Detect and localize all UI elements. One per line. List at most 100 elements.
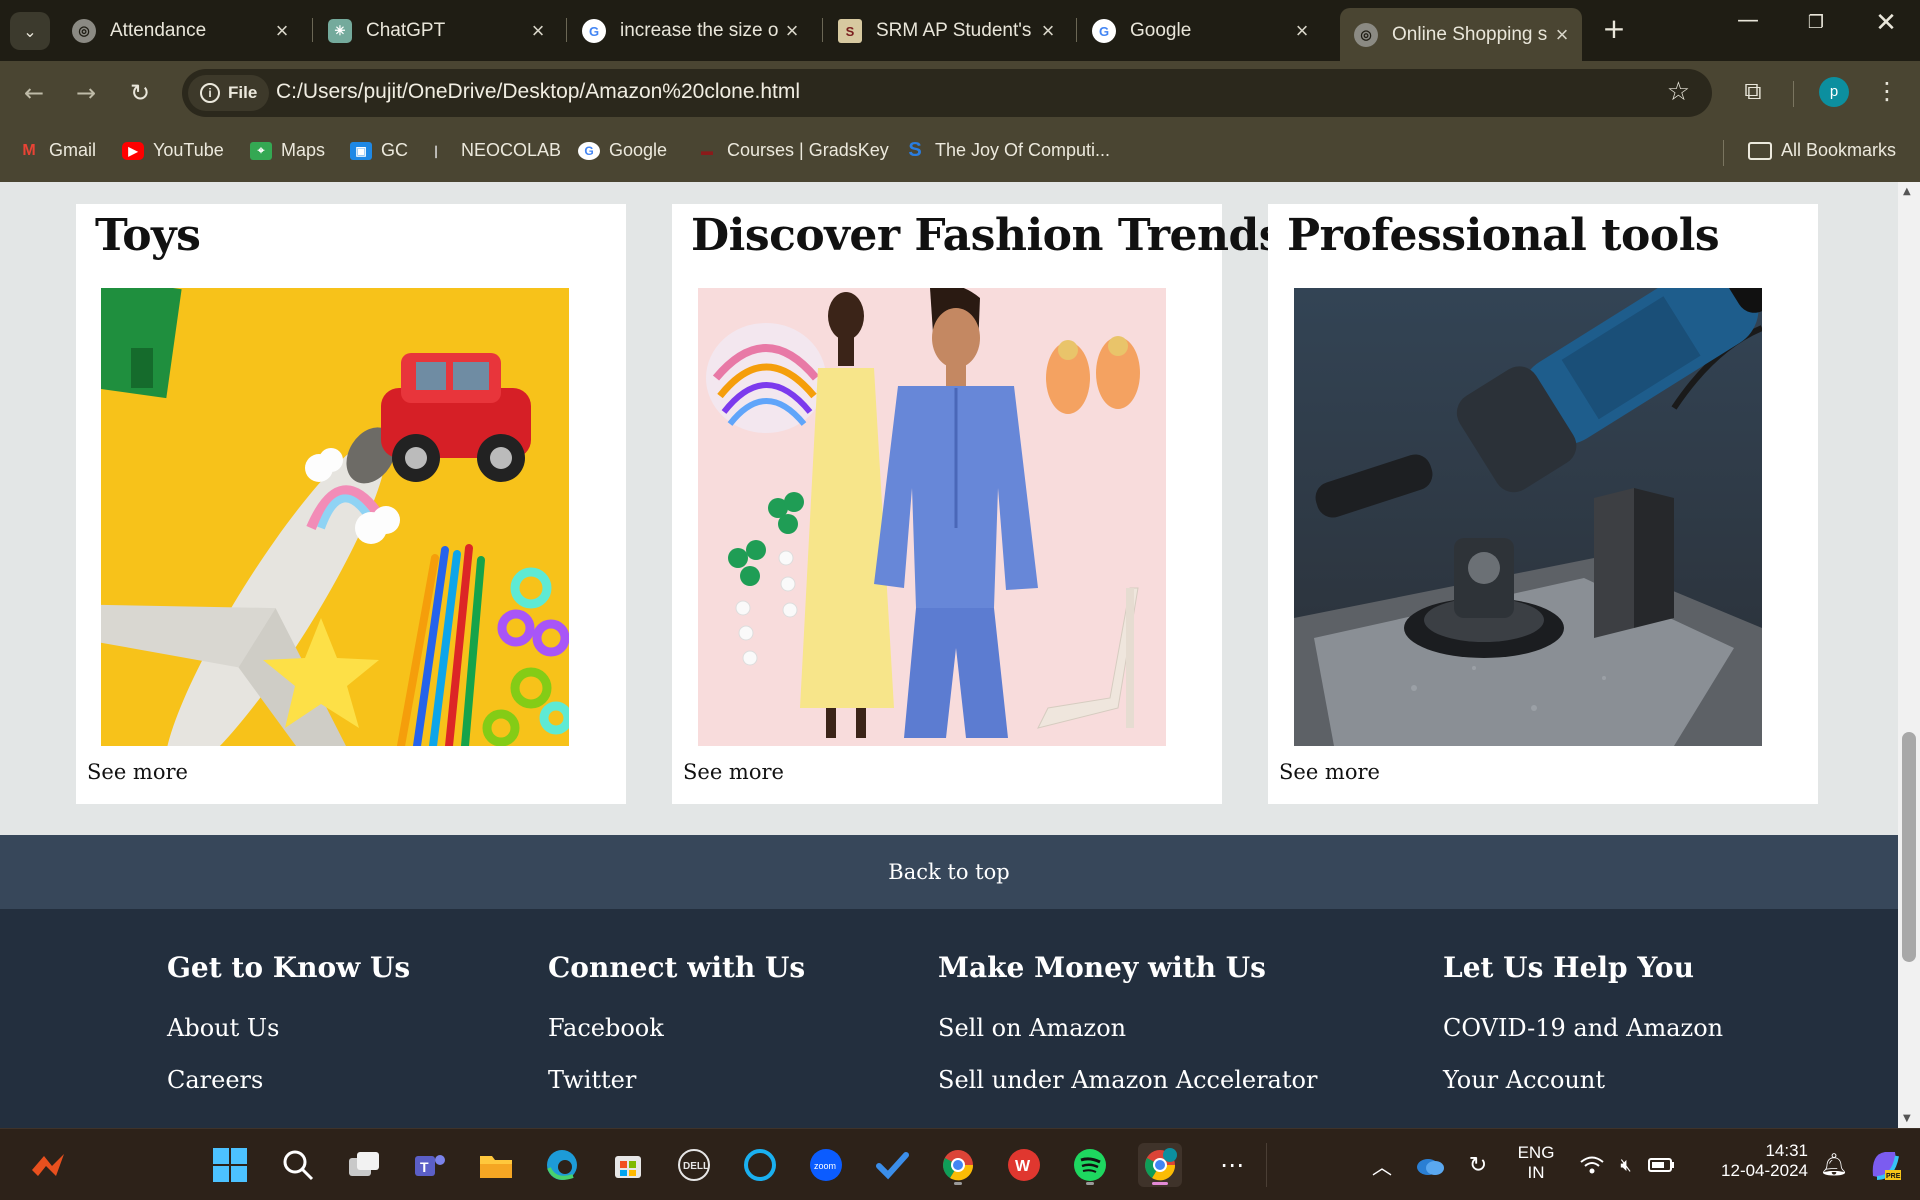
toys-image[interactable] [101, 288, 569, 746]
bookmark-star-icon[interactable]: ☆ [1667, 77, 1690, 107]
alexa-icon[interactable] [738, 1143, 782, 1187]
see-more-link[interactable]: See more [683, 760, 784, 784]
more-menu-icon[interactable]: ⋮ [1870, 77, 1904, 105]
more-apps-icon[interactable]: ⋯ [1210, 1143, 1254, 1187]
tab-google[interactable]: G Google × [1078, 10, 1322, 52]
page-scrollbar[interactable]: ▲ ▼ [1898, 182, 1920, 1128]
bookmark-neocolab[interactable]: ❘ NEOCOLAB [430, 140, 561, 161]
toolbar-divider [1793, 81, 1794, 107]
close-icon[interactable]: × [268, 18, 296, 44]
footer-link-twitter[interactable]: Twitter [548, 1066, 805, 1094]
chatgpt-icon: ✳ [328, 19, 352, 43]
footer-link-about-us[interactable]: About Us [167, 1014, 410, 1042]
close-icon[interactable]: × [1288, 18, 1316, 44]
bookmark-gradskey[interactable]: ▬ Courses | GradsKey [696, 140, 889, 161]
svg-text:zoom: zoom [814, 1161, 836, 1171]
todo-icon[interactable] [870, 1143, 914, 1187]
footer-heading: Connect with Us [548, 951, 806, 984]
chevron-up-icon[interactable]: ︿ [1360, 1143, 1404, 1187]
footer-link-amazon-accelerator[interactable]: Sell under Amazon Accelerator [938, 1066, 1317, 1094]
bookmark-youtube[interactable]: ▶ YouTube [122, 140, 224, 161]
extensions-icon[interactable]: ⧉ [1736, 77, 1770, 105]
tab-title: Google [1130, 20, 1192, 41]
widgets-icon[interactable] [26, 1143, 70, 1187]
close-icon[interactable]: × [1548, 22, 1576, 48]
forward-arrow-icon[interactable]: → [68, 75, 104, 111]
reload-icon[interactable]: ↻ [122, 75, 158, 111]
copilot-icon[interactable]: PRE [1862, 1143, 1906, 1187]
chrome-icon[interactable] [936, 1143, 980, 1187]
scroll-down-arrow-icon[interactable]: ▼ [1903, 1113, 1911, 1124]
tab-online-shopping[interactable]: ◎ Online Shopping s × [1340, 8, 1582, 61]
footer-link-sell-on-amazon[interactable]: Sell on Amazon [938, 1014, 1317, 1042]
task-view-icon[interactable] [342, 1143, 386, 1187]
all-bookmarks-button[interactable]: All Bookmarks [1748, 140, 1896, 161]
tab-search-button[interactable]: ⌄ [10, 12, 50, 50]
footer-link-covid-19[interactable]: COVID-19 and Amazon [1443, 1014, 1723, 1042]
close-icon[interactable]: × [778, 18, 806, 44]
sync-icon[interactable]: ↻ [1456, 1143, 1500, 1187]
see-more-link[interactable]: See more [1279, 760, 1380, 784]
onedrive-icon[interactable] [1408, 1143, 1452, 1187]
running-indicator [1086, 1182, 1094, 1185]
maps-icon: ⌖ [250, 141, 272, 160]
tab-google-search[interactable]: G increase the size o × [568, 10, 812, 52]
back-to-top-button[interactable]: Back to top [0, 835, 1898, 909]
chrome-profile-icon[interactable] [1138, 1143, 1182, 1187]
scrollbar-thumb[interactable] [1902, 732, 1916, 962]
globe-icon: ◎ [72, 19, 96, 43]
profile-avatar[interactable]: p [1819, 77, 1849, 107]
bookmark-label: YouTube [153, 140, 224, 160]
footer-link-facebook[interactable]: Facebook [548, 1014, 805, 1042]
window-close-icon[interactable]: ✕ [1856, 8, 1916, 38]
restore-icon[interactable]: ❐ [1786, 12, 1846, 33]
close-icon[interactable]: × [1034, 18, 1062, 44]
close-icon[interactable]: × [524, 18, 552, 44]
clock[interactable]: 14:31 12-04-2024 [1688, 1141, 1808, 1181]
bookmark-joy-of-computing[interactable]: S The Joy Of Computi... [904, 139, 1110, 161]
dell-icon[interactable]: DELL [672, 1143, 716, 1187]
footer-heading: Make Money with Us [938, 951, 1266, 984]
fashion-image[interactable] [698, 288, 1166, 746]
bookmark-label: GC [381, 140, 408, 160]
footer-link-your-account[interactable]: Your Account [1443, 1066, 1723, 1094]
tab-chatgpt[interactable]: ✳ ChatGPT × [314, 10, 558, 52]
bookmark-google[interactable]: G Google [578, 140, 667, 161]
bookmark-maps[interactable]: ⌖ Maps [250, 140, 325, 161]
url-text[interactable]: C:/Users/pujit/OneDrive/Desktop/Amazon%2… [276, 80, 800, 104]
scroll-up-arrow-icon[interactable]: ▲ [1903, 186, 1911, 197]
site-info-chip[interactable]: i File [188, 75, 270, 111]
language-indicator[interactable]: ENG IN [1506, 1143, 1566, 1183]
active-indicator [1152, 1182, 1168, 1185]
tab-title: Attendance [110, 20, 207, 41]
start-icon[interactable] [208, 1143, 252, 1187]
spotify-icon[interactable] [1068, 1143, 1112, 1187]
teams-icon[interactable]: T [408, 1143, 452, 1187]
notification-icon[interactable]: 🔔︎ [1812, 1143, 1856, 1187]
see-more-link[interactable]: See more [87, 760, 188, 784]
footer-link-careers[interactable]: Careers [167, 1066, 410, 1094]
edge-icon[interactable] [540, 1143, 584, 1187]
search-icon[interactable] [276, 1143, 320, 1187]
minimize-icon[interactable]: — [1718, 8, 1778, 33]
back-arrow-icon[interactable]: ← [16, 75, 52, 111]
tab-srm-ap[interactable]: S SRM AP Student's × [824, 10, 1068, 52]
card-title: Toys [95, 210, 201, 261]
zoom-icon[interactable]: zoom [804, 1143, 848, 1187]
bookmark-gmail[interactable]: M Gmail [18, 140, 96, 161]
bookmark-gc[interactable]: ▣ GC [350, 140, 408, 161]
address-bar[interactable]: i File C:/Users/pujit/OneDrive/Desktop/A… [182, 69, 1712, 117]
new-tab-button[interactable]: + [1596, 12, 1632, 45]
wps-icon[interactable]: W [1002, 1143, 1046, 1187]
tab-divider [822, 18, 823, 42]
svg-text:PRE: PRE [1886, 1173, 1901, 1180]
neocolab-icon: ❘ [430, 143, 442, 158]
swayam-icon: S [908, 139, 922, 161]
store-icon[interactable] [606, 1143, 650, 1187]
all-bookmarks-label: All Bookmarks [1781, 140, 1897, 160]
tab-attendance[interactable]: ◎ Attendance × [58, 10, 302, 52]
bookmark-label: Courses | GradsKey [727, 140, 889, 160]
battery-icon[interactable] [1640, 1143, 1684, 1187]
file-explorer-icon[interactable] [474, 1143, 518, 1187]
angle-grinder-image[interactable] [1294, 288, 1762, 746]
